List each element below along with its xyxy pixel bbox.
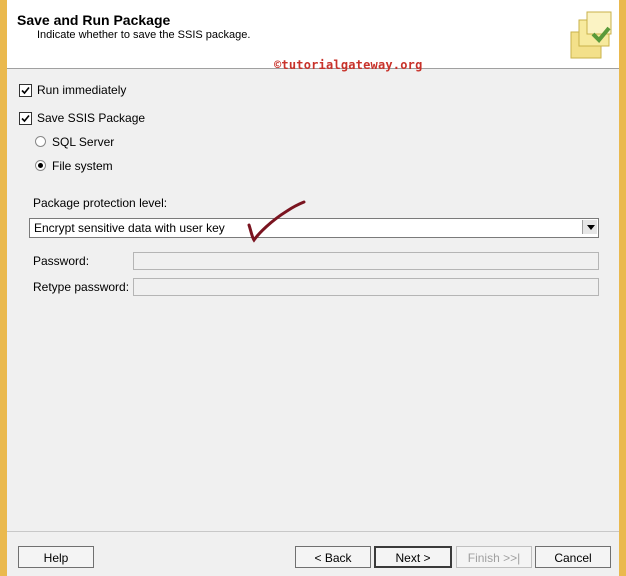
- password-label: Password:: [33, 254, 90, 268]
- finish-button[interactable]: Finish >>|: [456, 546, 532, 568]
- footer-divider: [7, 531, 619, 532]
- chevron-down-icon[interactable]: [582, 220, 597, 234]
- retype-password-label: Retype password:: [33, 280, 130, 294]
- password-field[interactable]: [133, 252, 599, 270]
- checkmark-icon: [21, 86, 30, 95]
- page-title: Save and Run Package: [17, 12, 171, 28]
- protection-level-select[interactable]: Encrypt sensitive data with user key: [29, 218, 599, 238]
- file-system-radio[interactable]: [35, 160, 46, 171]
- wizard-logo-icon: [570, 11, 612, 59]
- next-button[interactable]: Next >: [374, 546, 452, 568]
- help-button[interactable]: Help: [18, 546, 94, 568]
- run-immediately-checkbox[interactable]: [19, 84, 32, 97]
- protection-level-value: Encrypt sensitive data with user key: [34, 221, 225, 235]
- protection-level-label: Package protection level:: [33, 196, 168, 210]
- retype-password-field[interactable]: [133, 278, 599, 296]
- cancel-button[interactable]: Cancel: [535, 546, 611, 568]
- watermark: ©tutorialgateway.org: [274, 58, 423, 72]
- handdrawn-checkmark-annotation: [247, 200, 306, 243]
- wizard-window: Save and Run Package Indicate whether to…: [7, 0, 619, 576]
- sql-server-label[interactable]: SQL Server: [52, 135, 114, 149]
- page-subtitle: Indicate whether to save the SSIS packag…: [37, 29, 251, 41]
- run-immediately-label[interactable]: Run immediately: [37, 83, 126, 97]
- checkmark-icon: [21, 114, 30, 123]
- save-package-label[interactable]: Save SSIS Package: [37, 111, 145, 125]
- file-system-label[interactable]: File system: [52, 159, 113, 173]
- sql-server-radio[interactable]: [35, 136, 46, 147]
- back-button[interactable]: < Back: [295, 546, 371, 568]
- save-package-checkbox[interactable]: [19, 112, 32, 125]
